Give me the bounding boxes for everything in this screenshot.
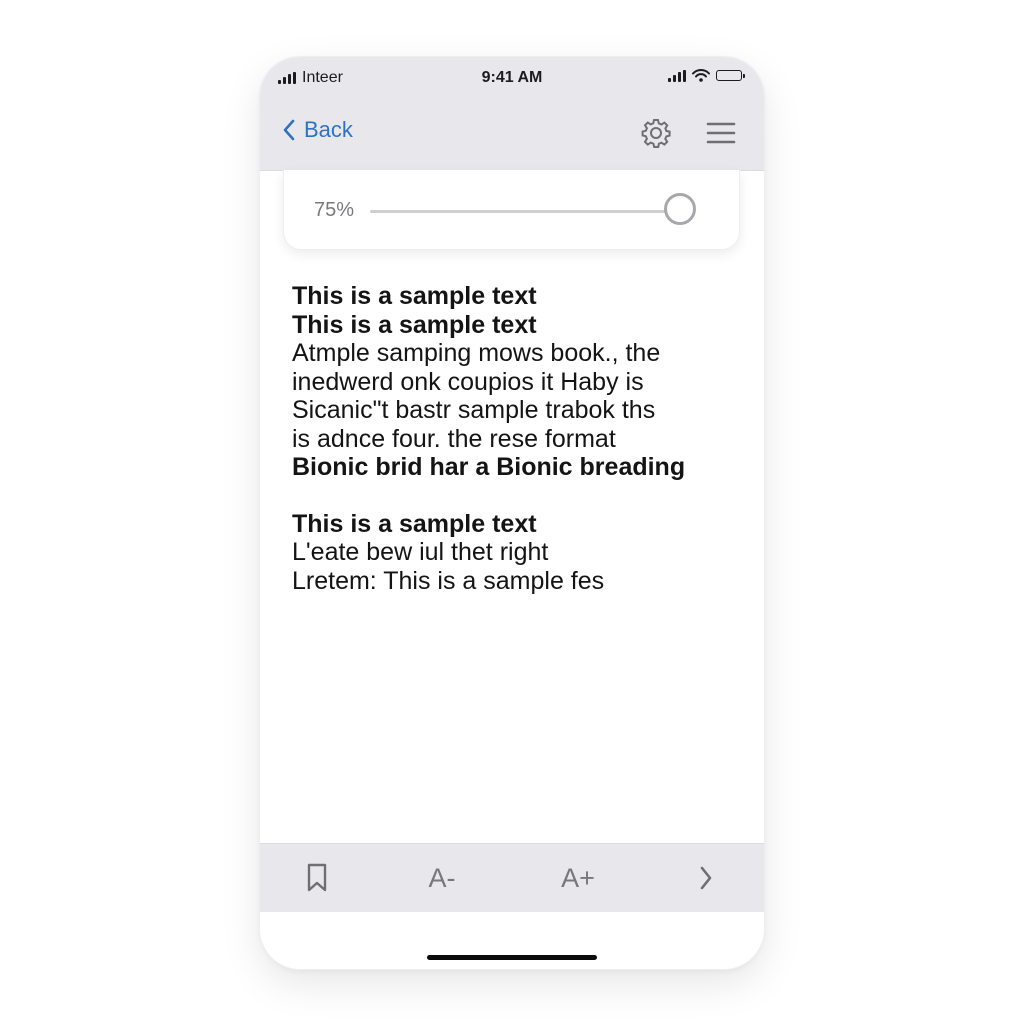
header: Inteer 9:41 AM Back <box>260 57 764 171</box>
decrease-font-button[interactable]: A- <box>420 856 464 900</box>
menu-button[interactable] <box>703 115 739 151</box>
settings-button[interactable] <box>638 115 674 151</box>
cellular-signal-icon <box>668 69 686 82</box>
phone-screen: Inteer 9:41 AM Back 75% This is a sample… <box>260 57 764 969</box>
back-label: Back <box>304 117 353 142</box>
next-page-button[interactable] <box>688 856 724 900</box>
text-line: inedwerd onk coupios it Haby is <box>292 367 644 396</box>
text-line: This is a sample text <box>292 282 537 310</box>
zoom-value-label: 75% <box>314 199 355 221</box>
menu-icon <box>706 122 736 144</box>
zoom-slider-track[interactable] <box>370 210 672 213</box>
zoom-slider-thumb[interactable] <box>664 193 696 225</box>
text-line: is adnce four. the rese format <box>292 424 616 453</box>
text-line: This is a sample text <box>292 509 537 538</box>
status-indicators <box>668 69 745 82</box>
bottom-toolbar: A- A+ <box>260 843 764 912</box>
home-indicator[interactable] <box>427 955 597 960</box>
text-line: Lretem: This is a sample fes <box>292 566 605 595</box>
bookmark-icon <box>307 863 327 892</box>
text-line: Sicanic"t bastr sample trabok ths <box>292 396 656 424</box>
status-bar: Inteer 9:41 AM <box>260 57 764 101</box>
reading-content: This is a sample text This is a sample te… <box>292 282 742 595</box>
back-button[interactable]: Back <box>282 117 353 143</box>
text-line: Bionic brid har a Bionic breading <box>292 453 686 481</box>
text-line: This is a sample text <box>292 310 537 339</box>
navigation-bar: Back <box>260 107 764 161</box>
chevron-right-icon <box>700 866 712 890</box>
bookmark-button[interactable] <box>298 856 336 900</box>
battery-icon <box>716 70 745 81</box>
zoom-slider-card: 75% <box>283 170 740 250</box>
text-line: L'eate bew iul thet right <box>292 538 549 566</box>
increase-font-button[interactable]: A+ <box>554 856 602 900</box>
gear-icon <box>641 119 671 148</box>
chevron-left-icon <box>283 119 295 141</box>
text-line: Atmple samping mows book., the <box>292 339 661 367</box>
wifi-icon <box>692 69 710 82</box>
